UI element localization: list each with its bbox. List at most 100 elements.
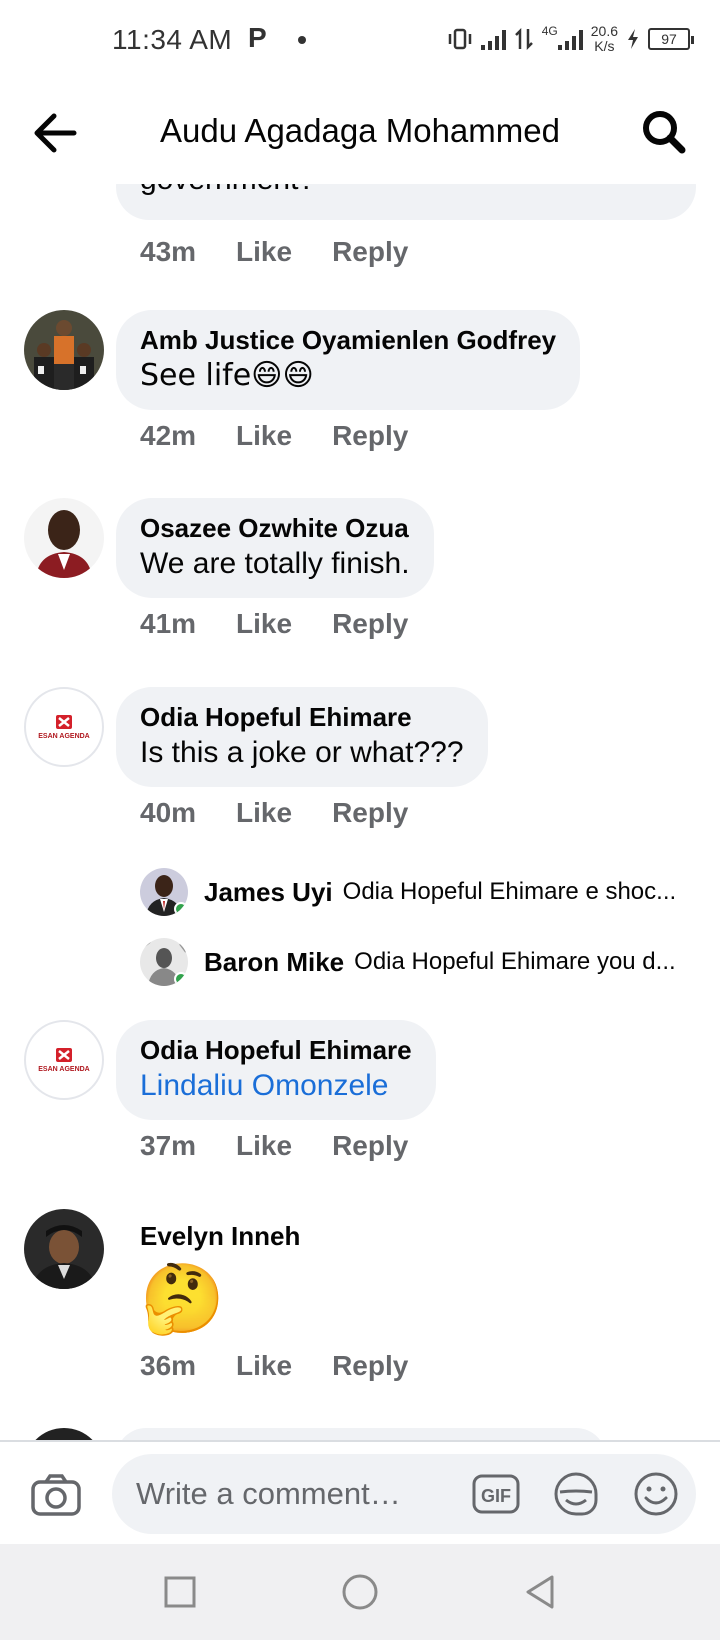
like-button[interactable]: Like [236,1130,292,1162]
avatar[interactable] [24,1209,104,1289]
circle-icon [342,1574,378,1610]
reply-author[interactable]: James Uyi [204,877,333,908]
parking-notification-icon: P [248,22,267,53]
recents-button[interactable] [160,1572,200,1612]
reply-button[interactable]: Reply [332,1350,408,1382]
comment-author[interactable]: Amb Justice Oyamienlen Godfrey [140,324,556,356]
comment-bubble[interactable] [116,1428,606,1440]
gif-icon: GIF [472,1474,520,1514]
sticker-button[interactable] [552,1470,600,1518]
comment-actions: 40m Like Reply [140,797,408,829]
comment-time: 40m [140,797,197,828]
man-portrait-avatar [24,498,104,578]
gif-button[interactable]: GIF [472,1474,520,1514]
comment-emoji: 🤔 [140,1260,225,1339]
notification-dot-icon [298,36,306,44]
reply-button[interactable]: Reply [332,236,408,268]
status-time: 11:34 AM [112,24,233,55]
avatar [140,868,188,916]
comment-time: 43m [140,236,197,267]
comment-time: 36m [140,1350,197,1381]
comment-bubble[interactable]: government? [116,184,696,220]
reply-author[interactable]: Baron Mike [204,947,344,978]
avatar[interactable] [24,310,104,390]
system-nav-bar [0,1544,720,1640]
mention-link[interactable]: Lindaliu Omonzele [140,1066,412,1106]
net-speed-value: 20.6 [590,23,618,39]
like-button[interactable]: Like [236,797,292,829]
reply-preview[interactable]: James Uyi Odia Hopeful Ehimare e shoc... [140,866,700,918]
avatar[interactable] [24,498,104,578]
comment-time: 37m [140,1130,197,1161]
comment-composer: GIF [0,1440,720,1544]
status-indicators: 4G 20.6 K/s 97 [447,22,694,56]
header: Audu Agadaga Mohammed [0,80,720,184]
esan-agenda-text: ESAN AGENDA [38,1066,89,1073]
square-icon [164,1576,196,1608]
comment-actions: 37m Like Reply [140,1130,408,1162]
camera-icon [31,1474,81,1516]
comment-bubble[interactable]: Odia Hopeful Ehimare Lindaliu Omonzele [116,1020,436,1120]
avatar [140,938,188,986]
data-transfer-icon [514,27,533,51]
online-status-icon [174,972,188,986]
comment-feed[interactable]: government? 43m Like Reply Amb Justice O… [0,184,720,1440]
vibrate-icon [448,28,471,50]
reply-button[interactable]: Reply [332,420,408,452]
avatar[interactable]: ESAN AGENDA [24,1020,104,1100]
reply-button[interactable]: Reply [332,1130,408,1162]
group-photo-avatar [24,310,104,390]
comment-author[interactable]: Osazee Ozwhite Ozua [140,512,410,544]
comment-input[interactable] [112,1454,696,1534]
signal-strength-icon [480,28,506,50]
esan-agenda-logo: ESAN AGENDA [38,715,90,740]
home-button[interactable] [340,1572,380,1612]
comment-author[interactable]: Evelyn Inneh [140,1220,300,1252]
signal-strength-2-icon [557,28,583,50]
back-nav-button[interactable] [520,1572,560,1612]
comment-author[interactable]: Odia Hopeful Ehimare [140,1034,412,1066]
search-icon [643,111,686,154]
comment-time: 41m [140,608,197,639]
net-speed-unit: K/s [594,38,615,54]
search-button[interactable] [640,108,688,156]
comment-actions: 43m Like Reply [140,236,408,268]
comment-text: We are totally finish. [140,547,410,580]
like-button[interactable]: Like [236,236,292,268]
emoji-button[interactable] [632,1470,680,1518]
online-status-icon [174,902,188,916]
reply-text: Odia Hopeful Ehimare you d... [354,948,676,975]
net-speed: 20.6 K/s [591,24,618,54]
comment-author[interactable]: Odia Hopeful Ehimare [140,701,464,733]
comment-bubble[interactable]: Amb Justice Oyamienlen Godfrey See life😄… [116,310,581,410]
comment-text: Is this a joke or what??? [140,736,464,769]
reply-button[interactable]: Reply [332,797,408,829]
esan-agenda-logo: ESAN AGENDA [38,1048,90,1073]
comment-time: 42m [140,420,197,451]
elder-portrait-avatar [24,1209,104,1289]
avatar[interactable]: ESAN AGENDA [24,687,104,767]
comment-bubble[interactable]: Osazee Ozwhite Ozua We are totally finis… [116,498,434,598]
like-button[interactable]: Like [236,1350,292,1382]
gif-label: GIF [481,1486,511,1506]
avatar[interactable] [24,1428,104,1440]
sticker-icon [554,1472,598,1516]
battery-icon: 97 [648,28,694,50]
like-button[interactable]: Like [236,608,292,640]
like-button[interactable]: Like [236,420,292,452]
comment-actions: 41m Like Reply [140,608,408,640]
comment-actions: 36m Like Reply [140,1350,408,1382]
comment-actions: 42m Like Reply [140,420,408,452]
network-type-label: 4G [541,24,558,38]
charging-icon [628,29,638,49]
smiley-icon [634,1472,678,1516]
comment-text: See life😄😄 [140,358,314,393]
status-bar: 11:34 AM P 4G 20.6 K/s 97 [0,0,720,80]
camera-button[interactable] [30,1472,82,1518]
triangle-back-icon [526,1575,554,1609]
reply-preview[interactable]: Baron Mike Odia Hopeful Ehimare you d... [140,936,700,988]
comment-bubble[interactable]: Odia Hopeful Ehimare Is this a joke or w… [116,687,488,787]
reply-button[interactable]: Reply [332,608,408,640]
page-title: Audu Agadaga Mohammed [160,112,560,149]
reply-text: Odia Hopeful Ehimare e shoc... [342,878,677,905]
